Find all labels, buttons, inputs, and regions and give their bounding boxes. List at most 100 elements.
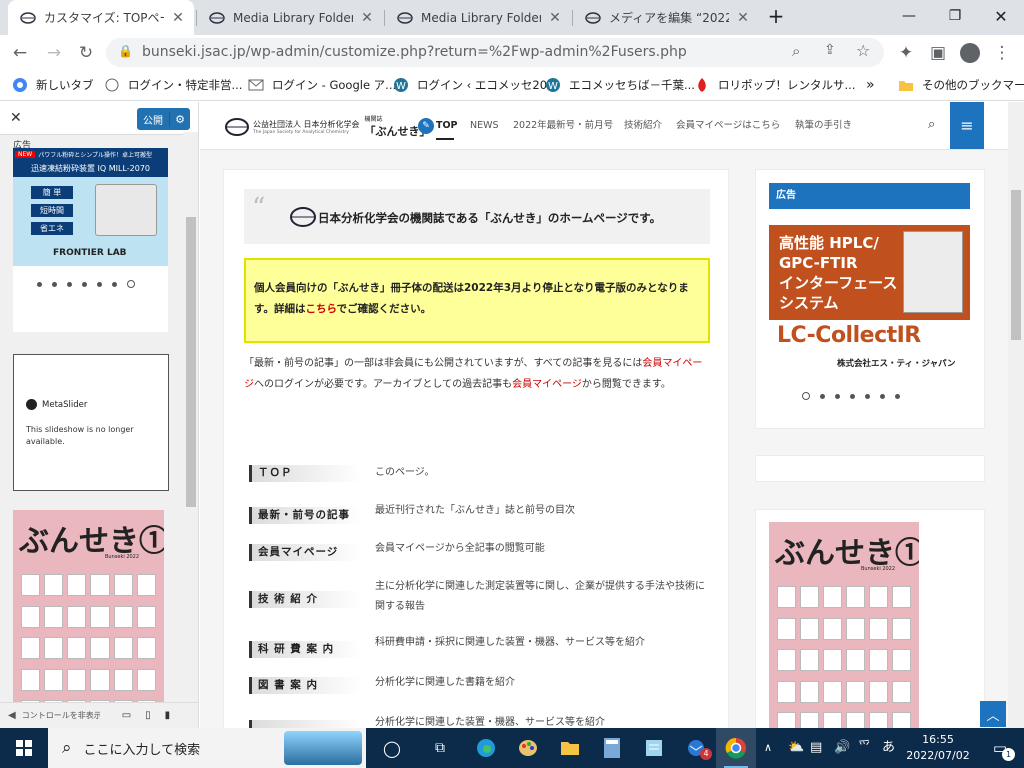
section-label[interactable]: 科 研 費 案 内	[249, 641, 361, 658]
slider-dot[interactable]	[880, 393, 885, 399]
slider-dot[interactable]	[37, 281, 42, 287]
cortana-button[interactable]: ◯	[372, 728, 412, 768]
extensions-button[interactable]: ✦	[892, 39, 920, 67]
ime-mode-icon[interactable]: ⺤	[858, 728, 871, 768]
search-icon[interactable]: ⌕	[928, 117, 935, 132]
taskbar-search[interactable]: ⌕ ここに入力して検索	[48, 728, 366, 768]
collapse-icon[interactable]: ◀	[8, 710, 16, 721]
url-text[interactable]: bunseki.jsac.jp/wp-admin/customize.php?r…	[142, 38, 687, 67]
close-icon[interactable]: ✕	[547, 10, 563, 26]
slider-dot[interactable]	[52, 281, 57, 287]
slider-dot[interactable]	[850, 393, 855, 399]
close-icon[interactable]: ✕	[170, 10, 186, 26]
restore-button[interactable]: ❐	[932, 0, 978, 32]
bookmark-google-login[interactable]: ログイン - Google ア...	[248, 71, 396, 99]
bookmark-lolipop[interactable]: ロリポップ！レンタルサ...	[694, 71, 855, 99]
clock[interactable]: 16:55 2022/07/02	[906, 732, 970, 764]
tab-media-library-2[interactable]: Media Library Folders ✕	[385, 0, 571, 35]
bunseki-cover-image[interactable]: ぶんせき① Bunseki 2022	[13, 510, 164, 728]
section-label[interactable]: 図 書 案 内	[249, 677, 361, 694]
slider-dot[interactable]	[67, 281, 72, 287]
section-label[interactable]: 技 術 紹 介	[249, 591, 361, 608]
close-icon[interactable]: ✕	[359, 10, 375, 26]
bookmark-other[interactable]: その他のブックマーク	[898, 71, 1024, 99]
slider-dot[interactable]	[895, 393, 900, 399]
pencil-edit-icon[interactable]: ✎	[418, 118, 434, 134]
site-logo[interactable]: 公益社団法人 日本分析化学会 The Japan Society for Ana…	[225, 114, 431, 139]
mail-button[interactable]: 4	[676, 728, 716, 768]
side-panel-button[interactable]: ▣	[924, 39, 952, 67]
section-label[interactable]: 会員マイページ	[249, 544, 361, 561]
forward-button[interactable]: →	[40, 39, 68, 67]
gear-icon[interactable]: ⚙	[170, 113, 190, 126]
section-label[interactable]: 最新・前号の記事	[249, 507, 361, 524]
paint-button[interactable]	[508, 728, 548, 768]
nav-mypage[interactable]: 会員マイページはこちら	[676, 102, 780, 150]
reload-button[interactable]: ↻	[72, 39, 100, 67]
publish-button[interactable]: 公開 ⚙	[137, 108, 190, 130]
bookmark-star-icon[interactable]: ☆	[856, 41, 870, 60]
tablet-preview-icon[interactable]: ▯	[145, 710, 151, 721]
tab-media-library-1[interactable]: Media Library Folders ✕	[197, 0, 383, 35]
nav-top[interactable]: TOP	[436, 102, 458, 150]
minimize-button[interactable]: —	[886, 0, 932, 32]
slider-dot-active[interactable]	[127, 280, 135, 288]
edge-button[interactable]	[466, 728, 506, 768]
share-icon[interactable]: ⇪	[824, 42, 836, 58]
slider-dot-active[interactable]	[802, 392, 810, 400]
close-window-button[interactable]: ✕	[978, 0, 1024, 32]
address-bar[interactable]: 🔒 bunseki.jsac.jp/wp-admin/customize.php…	[106, 38, 884, 67]
explorer-button[interactable]	[550, 728, 590, 768]
preview-scroll-thumb[interactable]	[1011, 190, 1021, 340]
start-button[interactable]	[0, 728, 48, 768]
sidebar-scroll-thumb[interactable]	[186, 217, 196, 507]
bookmark-new-tab[interactable]: 新しいタブ	[12, 71, 94, 99]
chrome-taskbar-button[interactable]	[716, 728, 756, 768]
chevron-up-icon[interactable]: ∧	[764, 728, 772, 768]
nav-tech[interactable]: 技術紹介	[624, 102, 662, 150]
volume-icon[interactable]: 🔊	[834, 728, 850, 768]
menu-toggle-button[interactable]: ≡	[950, 102, 984, 149]
notepad-button[interactable]	[634, 728, 674, 768]
section-label[interactable]: ＴＯＰ	[249, 465, 361, 482]
desktop-preview-icon[interactable]: ▭	[122, 710, 131, 721]
bookmark-ecomesse-login[interactable]: W ログイン ‹ エコメッセ20...	[393, 71, 558, 99]
bookmarks-overflow-button[interactable]: »	[866, 71, 875, 99]
ad-banner-frontier[interactable]: NEW パワフル粉砕とシンプル操作！卓上可搬型 迅速凍結粉砕装置 IQ MILL…	[13, 148, 168, 266]
nav-guide[interactable]: 執筆の手引き	[795, 102, 852, 150]
nav-latest[interactable]: 2022年最新号・前月号	[513, 102, 613, 150]
slider-dot[interactable]	[820, 393, 825, 399]
bookmark-ecomesse-chiba[interactable]: W エコメッセちば－千葉...	[545, 71, 695, 99]
task-view-button[interactable]: ⧉	[420, 728, 460, 768]
tab-customize[interactable]: カスタマイズ: TOPページ ✕	[8, 0, 194, 35]
zoom-icon[interactable]: ⌕	[792, 42, 800, 60]
menu-button[interactable]: ⋮	[988, 39, 1016, 67]
profile-button[interactable]	[956, 39, 984, 67]
jsac-logo-icon	[225, 117, 249, 136]
mypage-link[interactable]: 会員マイページ	[512, 379, 582, 390]
onedrive-icon[interactable]: ⛅	[788, 728, 804, 768]
calculator-button[interactable]	[592, 728, 632, 768]
slider-dot[interactable]	[865, 393, 870, 399]
nav-news[interactable]: NEWS	[470, 102, 499, 150]
slider-dot[interactable]	[97, 281, 102, 287]
section-label[interactable]	[249, 720, 361, 728]
bunseki-cover-image[interactable]: ぶんせき① Bunseki 2022	[769, 522, 919, 728]
network-icon[interactable]: ▤	[810, 728, 822, 768]
slider-dot[interactable]	[835, 393, 840, 399]
mobile-preview-icon[interactable]: ▮	[165, 710, 171, 721]
notification-center-button[interactable]: ▭ 1	[980, 728, 1020, 768]
close-icon[interactable]: ✕	[735, 10, 751, 26]
notice-link[interactable]: こちら	[305, 303, 336, 315]
slider-dot[interactable]	[112, 281, 117, 287]
back-button[interactable]: ←	[6, 39, 34, 67]
ad-banner-lc-collectir[interactable]: 高性能 HPLC/ GPC-FTIR インターフェース システム LC-Coll…	[769, 225, 970, 375]
bookmark-login-npo[interactable]: ログイン・特定非営...	[104, 71, 242, 99]
hide-controls-label[interactable]: コントロールを非表示	[22, 710, 100, 721]
tab-edit-media[interactable]: メディアを編集 “2022ぶん ✕	[573, 0, 759, 35]
back-to-top-button[interactable]: ︿	[980, 701, 1006, 727]
close-customizer-icon[interactable]: ✕	[10, 110, 22, 126]
new-tab-button[interactable]: +	[760, 0, 792, 32]
slider-dot[interactable]	[82, 281, 87, 287]
ime-indicator[interactable]: あ	[882, 728, 895, 768]
